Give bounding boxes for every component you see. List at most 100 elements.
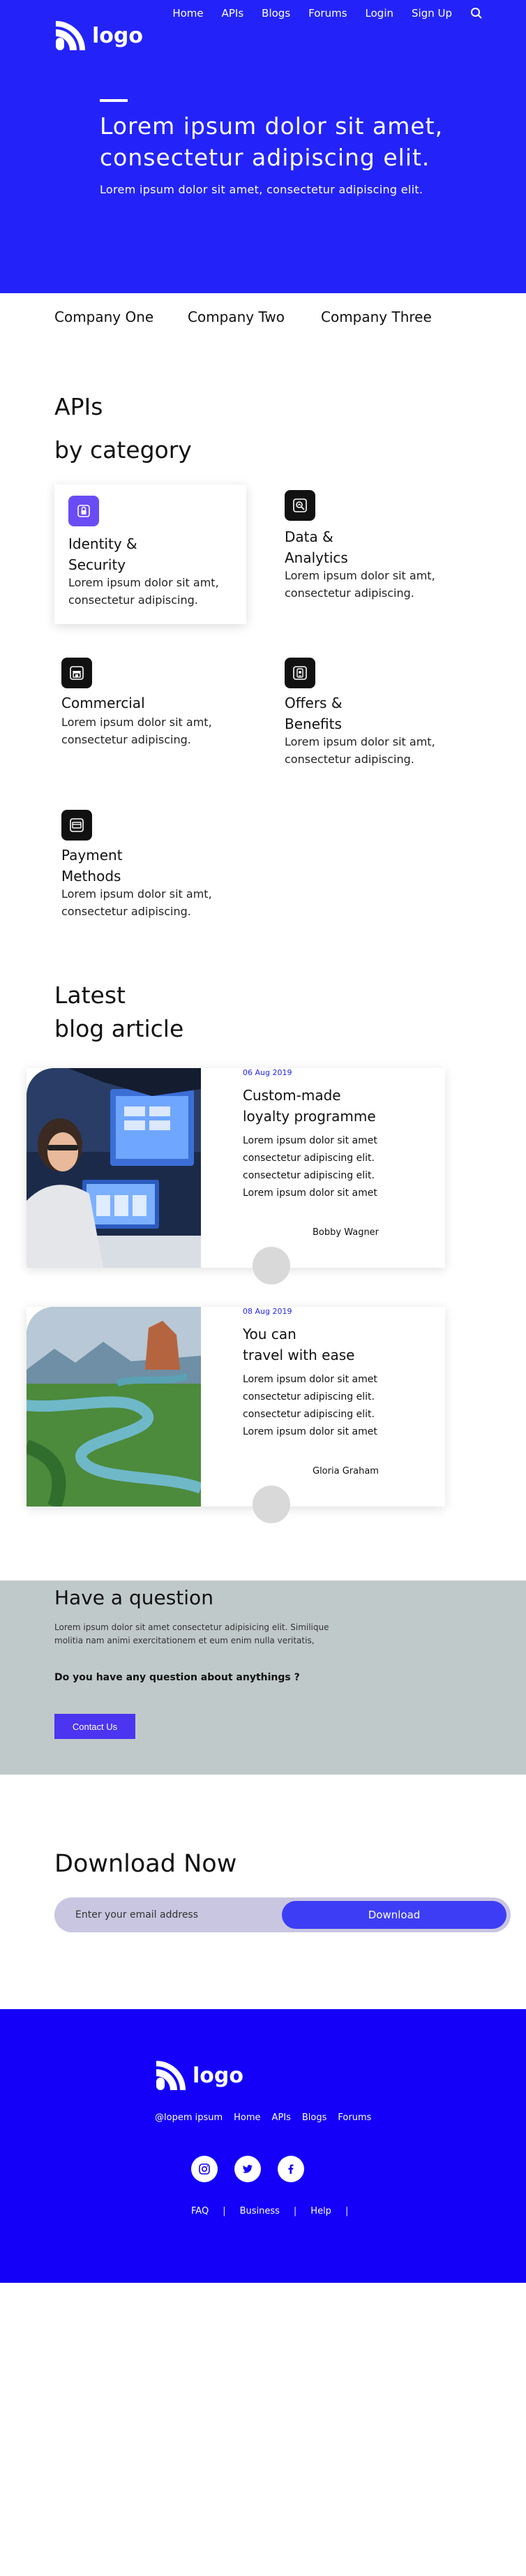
hero-accent-bar bbox=[100, 99, 128, 102]
card-desc: Lorem ipsum dolor sit amt, consectetur a… bbox=[285, 567, 435, 602]
card-desc-line-2: consectetur adipiscing. bbox=[68, 593, 198, 607]
card-title: Identity & Security bbox=[68, 533, 137, 575]
footer-separator: | bbox=[223, 2206, 226, 2216]
api-card-identity[interactable]: Identity & Security Lorem ipsum dolor si… bbox=[54, 484, 246, 624]
article-body: Lorem ipsum dolor sit amet consectetur a… bbox=[243, 1132, 424, 1202]
download-button[interactable]: Download bbox=[282, 1901, 506, 1929]
article-body-line: consectetur adipiscing elit. bbox=[243, 1391, 375, 1402]
api-card-offers[interactable]: Offers & Benefits Lorem ipsum dolor sit … bbox=[271, 658, 463, 769]
hero-subtitle: Lorem ipsum dolor sit amet, consectetur … bbox=[100, 183, 423, 196]
question-title: Have a question bbox=[54, 1586, 213, 1609]
download-title-rest: Now bbox=[175, 1850, 237, 1878]
top-nav: Home APIs Blogs Forums Login Sign Up bbox=[172, 7, 483, 20]
footer-link-business[interactable]: Business bbox=[240, 2206, 280, 2216]
card-title: Data & Analytics bbox=[285, 526, 348, 568]
card-desc-line-1: Lorem ipsum dolor sit amt, bbox=[68, 576, 219, 589]
download-title-bold: Download bbox=[54, 1850, 176, 1878]
footer-link-home[interactable]: Home bbox=[234, 2112, 260, 2123]
article-body-line: Lorem ipsum dolor sit amet bbox=[243, 1187, 377, 1199]
footer-link-apis[interactable]: APIs bbox=[272, 2112, 291, 2123]
facebook-icon[interactable] bbox=[278, 2156, 304, 2182]
article-title: Custom-made loyalty programme bbox=[243, 1085, 376, 1127]
footer-link-faq[interactable]: FAQ bbox=[191, 2206, 209, 2216]
article-title: You can travel with ease bbox=[243, 1324, 354, 1365]
card-desc-line-1: Lorem ipsum dolor sit amt, bbox=[285, 735, 435, 748]
article-body-line: Lorem ipsum dolor sit amet bbox=[243, 1426, 377, 1437]
search-icon[interactable] bbox=[470, 7, 483, 20]
footer-logo-text: logo bbox=[193, 2063, 243, 2088]
store-icon bbox=[61, 658, 92, 688]
question-body: Lorem ipsum dolor sit amet consectetur a… bbox=[54, 1622, 329, 1645]
footer-link-handle[interactable]: @lopem ipsum bbox=[155, 2112, 223, 2123]
card-title: Offers & Benefits bbox=[285, 693, 342, 734]
article-image bbox=[27, 1307, 201, 1507]
instagram-icon[interactable] bbox=[191, 2156, 218, 2182]
nav-home[interactable]: Home bbox=[172, 7, 203, 20]
hero-title-line-2: consectetur adipiscing elit. bbox=[100, 144, 430, 171]
card-desc-line-2: consectetur adipiscing. bbox=[285, 586, 414, 600]
card-desc-line-2: consectetur adipiscing. bbox=[61, 905, 191, 918]
nav-login[interactable]: Login bbox=[366, 7, 393, 20]
blog-title-line-1: Latest bbox=[54, 982, 126, 1009]
logo-mark-icon bbox=[56, 21, 85, 50]
article-title-line-1: You can bbox=[243, 1326, 296, 1342]
footer: logo @lopem ipsum Home APIs Blogs Forums… bbox=[0, 2009, 526, 2283]
apis-title-line-1: APIs bbox=[54, 393, 103, 420]
email-input[interactable]: Enter your email address bbox=[75, 1897, 198, 1932]
card-desc-line-1: Lorem ipsum dolor sit amt, bbox=[61, 887, 212, 901]
company-one: Company One bbox=[54, 309, 154, 325]
card-title-line-1: Data & bbox=[285, 528, 333, 545]
nav-signup[interactable]: Sign Up bbox=[412, 7, 452, 20]
footer-link-help[interactable]: Help bbox=[310, 2206, 331, 2216]
author-avatar bbox=[253, 1247, 290, 1285]
nav-forums[interactable]: Forums bbox=[308, 7, 347, 20]
twitter-icon[interactable] bbox=[234, 2156, 261, 2182]
api-card-data[interactable]: Data & Analytics Lorem ipsum dolor sit a… bbox=[271, 489, 463, 607]
author-avatar bbox=[253, 1486, 290, 1523]
card-title-line-2: Security bbox=[68, 556, 126, 573]
article-title-line-2: loyalty programme bbox=[243, 1108, 376, 1125]
card-desc: Lorem ipsum dolor sit amt, consectetur a… bbox=[285, 733, 435, 768]
card-desc-line-2: consectetur adipiscing. bbox=[285, 753, 414, 766]
company-three: Company Three bbox=[321, 309, 432, 325]
article-date: 06 Aug 2019 bbox=[243, 1068, 292, 1077]
card-title-line-2: Analytics bbox=[285, 549, 348, 566]
contact-us-button[interactable]: Contact Us bbox=[54, 1714, 135, 1739]
nav-blogs[interactable]: Blogs bbox=[262, 7, 290, 20]
lock-icon bbox=[68, 496, 99, 526]
api-card-payment[interactable]: Payment Methods Lorem ipsum dolor sit am… bbox=[47, 810, 239, 921]
card-desc-line-1: Lorem ipsum dolor sit amt, bbox=[285, 569, 435, 582]
footer-link-blogs[interactable]: Blogs bbox=[302, 2112, 327, 2123]
download-title: Download Now bbox=[54, 1850, 236, 1878]
card-title-line-1: Payment bbox=[61, 847, 123, 864]
river-landscape-photo bbox=[27, 1307, 201, 1507]
mobile-offer-icon bbox=[285, 658, 315, 688]
office-photo bbox=[27, 1068, 201, 1268]
footer-links: @lopem ipsum Home APIs Blogs Forums bbox=[155, 2112, 371, 2123]
card-title-line-2: Methods bbox=[61, 868, 121, 884]
card-title: Commercial bbox=[61, 693, 145, 713]
nav-apis[interactable]: APIs bbox=[222, 7, 244, 20]
article-body-line: consectetur adipiscing elit. bbox=[243, 1153, 375, 1164]
card-title-line-2: Benefits bbox=[285, 716, 342, 732]
logo-mark-icon bbox=[156, 2061, 186, 2090]
footer-bottom-links: FAQ | Business | Help | bbox=[191, 2206, 348, 2216]
article-author: Gloria Graham bbox=[313, 1466, 379, 1476]
hero-title: Lorem ipsum dolor sit amet, consectetur … bbox=[100, 110, 463, 173]
article-body-line: Lorem ipsum dolor sit amet bbox=[243, 1374, 377, 1385]
footer-logo[interactable]: logo bbox=[155, 2059, 243, 2092]
api-card-commercial[interactable]: Commercial Lorem ipsum dolor sit amt, co… bbox=[47, 658, 239, 748]
footer-link-forums[interactable]: Forums bbox=[338, 2112, 371, 2123]
blog-section-title: Latest blog article bbox=[54, 979, 183, 1046]
article-body-line: consectetur adipiscing elit. bbox=[243, 1170, 375, 1181]
article-body: Lorem ipsum dolor sit amet consectetur a… bbox=[243, 1371, 424, 1441]
card-icon bbox=[61, 810, 92, 841]
article-card-2[interactable]: 08 Aug 2019 You can travel with ease Lor… bbox=[27, 1307, 445, 1523]
footer-separator: | bbox=[293, 2206, 297, 2216]
article-title-line-2: travel with ease bbox=[243, 1347, 355, 1363]
apis-section-title: APIs by category bbox=[54, 385, 192, 472]
header-logo[interactable]: logo bbox=[54, 20, 143, 52]
card-title: Payment Methods bbox=[61, 845, 123, 887]
article-body-line: consectetur adipiscing elit. bbox=[243, 1409, 375, 1420]
article-card-1[interactable]: 06 Aug 2019 Custom-made loyalty programm… bbox=[27, 1068, 445, 1285]
